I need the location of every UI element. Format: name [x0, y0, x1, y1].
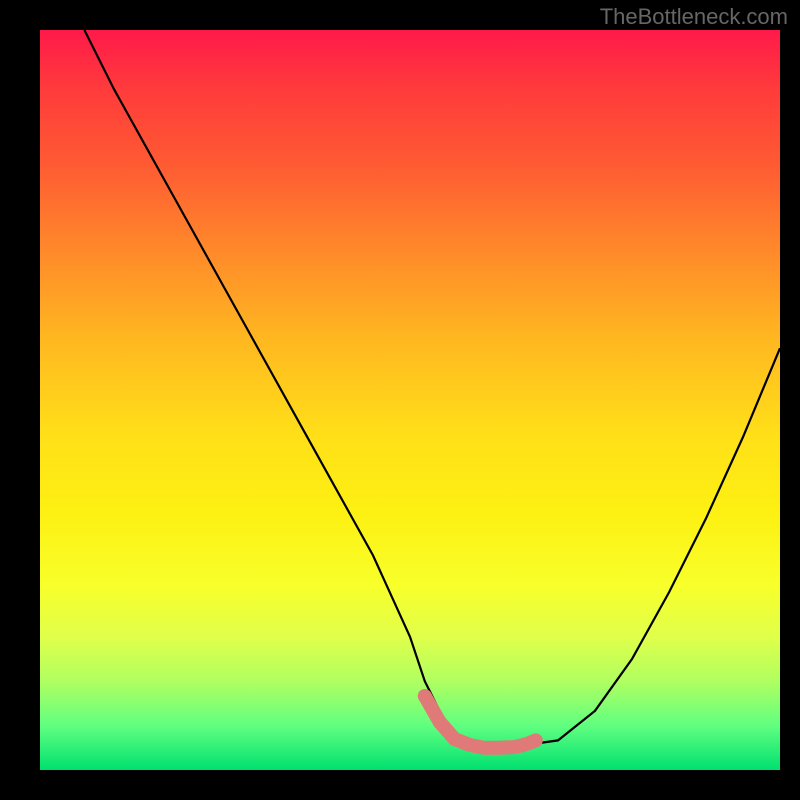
watermark-text: TheBottleneck.com	[600, 4, 788, 30]
salmon-band-path	[425, 696, 536, 748]
chart-svg	[40, 30, 780, 770]
black-curve-path	[84, 30, 780, 748]
chart-plot-area	[40, 30, 780, 770]
